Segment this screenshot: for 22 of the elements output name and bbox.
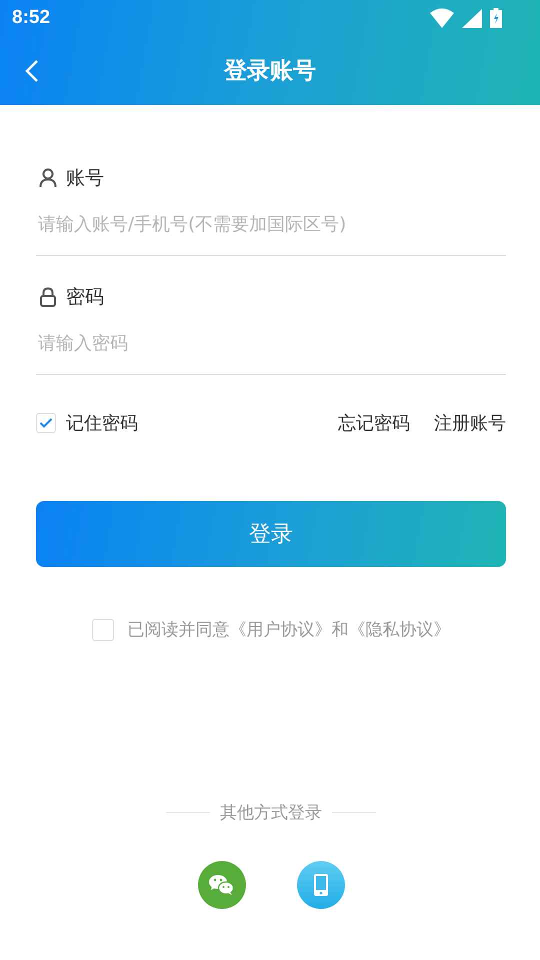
agreement-text: 已阅读并同意《用户协议》和《隐私协议》 [128,619,450,641]
account-field[interactable]: 请输入账号/手机号(不需要加国际区号) [36,193,506,256]
back-icon[interactable] [25,59,39,83]
phone-login-button[interactable] [296,861,344,909]
wechat-login-button[interactable] [198,861,246,909]
text-link[interactable]: 忘记密码 [338,411,410,435]
password-label: 密码 [66,285,104,310]
battery-icon [490,8,502,28]
status-time: 8:52 [12,7,50,29]
user-icon [39,168,57,188]
password-field[interactable]: 请输入密码 [36,312,506,375]
text-link[interactable]: 注册账号 [434,411,506,435]
check-icon [39,417,53,429]
signal-icon [462,8,482,28]
lock-icon [39,287,57,307]
remember-label: 记住密码 [66,412,138,435]
agreement-checkbox[interactable] [92,618,114,640]
account-label: 账号 [66,166,104,191]
wifi-icon [430,8,454,28]
remember-checkbox[interactable] [36,413,56,433]
other-login-label: 其他方式登录 [220,802,322,824]
page-title: 登录账号 [224,57,316,86]
